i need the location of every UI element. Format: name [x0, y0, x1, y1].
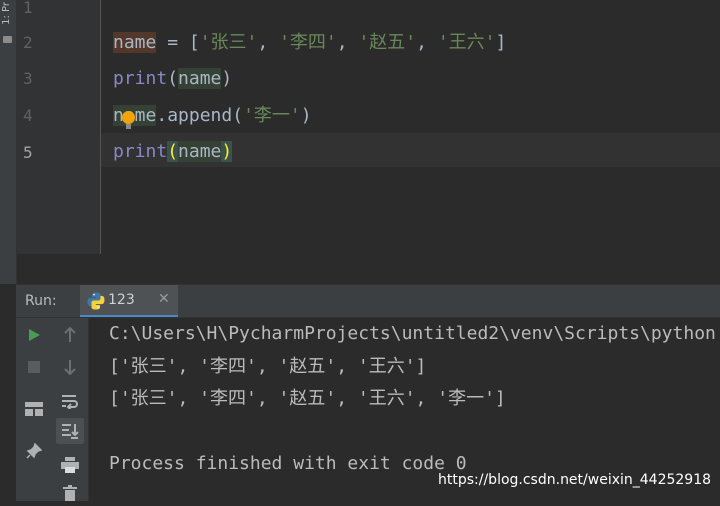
code-identifier: name: [178, 141, 222, 162]
intention-bulb-icon[interactable]: [122, 111, 135, 124]
scroll-down-button[interactable]: [56, 354, 84, 380]
project-tool-strip: 1: Pr: [0, 0, 17, 284]
code-line-3[interactable]: print(name): [113, 68, 232, 90]
arrow-down-icon: [64, 360, 76, 375]
code-operator: =: [156, 32, 189, 53]
code-paren: (: [232, 105, 244, 126]
code-builtin: print: [113, 68, 168, 89]
code-bracket: [: [188, 32, 200, 53]
project-panel-label[interactable]: 1: Pr: [1, 2, 15, 25]
editor-gutter: 1 2 3 4 5: [17, 0, 101, 254]
clear-all-button[interactable]: [56, 480, 84, 506]
editor-bottom-area: [17, 254, 720, 284]
code-string: '王六': [437, 32, 496, 53]
layout-button[interactable]: [20, 396, 48, 422]
soft-wrap-button[interactable]: [56, 388, 84, 414]
console-line: ['张三', '李四', '赵五', '王六', '李一']: [109, 388, 506, 409]
code-paren: ): [221, 68, 233, 89]
soft-wrap-icon: [62, 395, 78, 409]
console-line: ['张三', '李四', '赵五', '王六']: [109, 356, 427, 377]
code-method: append: [167, 105, 233, 126]
code-separator: ,: [416, 32, 438, 53]
scroll-to-end-button[interactable]: [56, 418, 84, 444]
code-line-2[interactable]: name = ['张三', '李四', '赵五', '王六']: [113, 32, 506, 54]
watermark-text: https://blog.csdn.net/weixin_44252918: [438, 472, 712, 488]
code-paren-matched: (: [167, 141, 179, 162]
code-bracket: ]: [495, 32, 507, 53]
trash-icon: [63, 485, 77, 501]
code-builtin: print: [113, 141, 168, 162]
play-icon: [29, 329, 40, 341]
code-paren-matched: ): [221, 141, 233, 162]
code-separator: ,: [336, 32, 359, 53]
close-icon[interactable]: ✕: [158, 291, 170, 307]
code-string: '张三': [199, 32, 258, 53]
printer-icon: [61, 457, 79, 473]
python-icon: [87, 292, 105, 310]
code-editor[interactable]: name = ['张三', '李四', '赵五', '王六'] print(na…: [101, 0, 720, 254]
rerun-button[interactable]: [20, 322, 48, 348]
stop-icon: [28, 361, 40, 373]
code-line-4[interactable]: name.append('李一'): [113, 105, 312, 127]
scroll-up-button[interactable]: [56, 322, 84, 348]
line-number-current: 5: [23, 143, 33, 162]
code-string: '李四': [279, 32, 337, 53]
console-line: Process finished with exit code 0: [109, 453, 467, 474]
console-line: C:\Users\H\PycharmProjects\untitled2\ven…: [109, 323, 716, 344]
run-label: Run:: [25, 293, 57, 309]
run-panel-header: Run: 123 ✕: [16, 284, 720, 318]
run-tab-label: 123: [108, 292, 135, 308]
line-number: 2: [23, 33, 33, 52]
code-identifier: name: [178, 68, 222, 89]
bulb-base: [126, 124, 131, 129]
code-string: '赵五': [358, 32, 417, 53]
code-paren: ): [300, 105, 312, 126]
code-dot: .: [156, 105, 168, 126]
code-identifier: name: [113, 32, 157, 53]
line-number: 3: [23, 69, 33, 88]
pin-icon: [26, 443, 42, 459]
code-paren: (: [167, 68, 179, 89]
run-toolbar: [16, 318, 89, 501]
scroll-to-end-icon: [62, 424, 79, 439]
line-number: 1: [23, 0, 33, 17]
layout-icon: [25, 402, 43, 416]
code-string: '李一': [243, 105, 301, 126]
folder-icon: [3, 36, 12, 43]
print-button[interactable]: [56, 452, 84, 478]
run-tab-123[interactable]: 123 ✕: [80, 285, 178, 317]
arrow-up-icon: [64, 327, 76, 342]
pin-tab-button[interactable]: [20, 438, 48, 464]
stop-button[interactable]: [20, 354, 48, 380]
code-line-5[interactable]: print(name): [113, 141, 233, 163]
code-separator: ,: [257, 32, 280, 53]
line-number: 4: [23, 106, 33, 125]
